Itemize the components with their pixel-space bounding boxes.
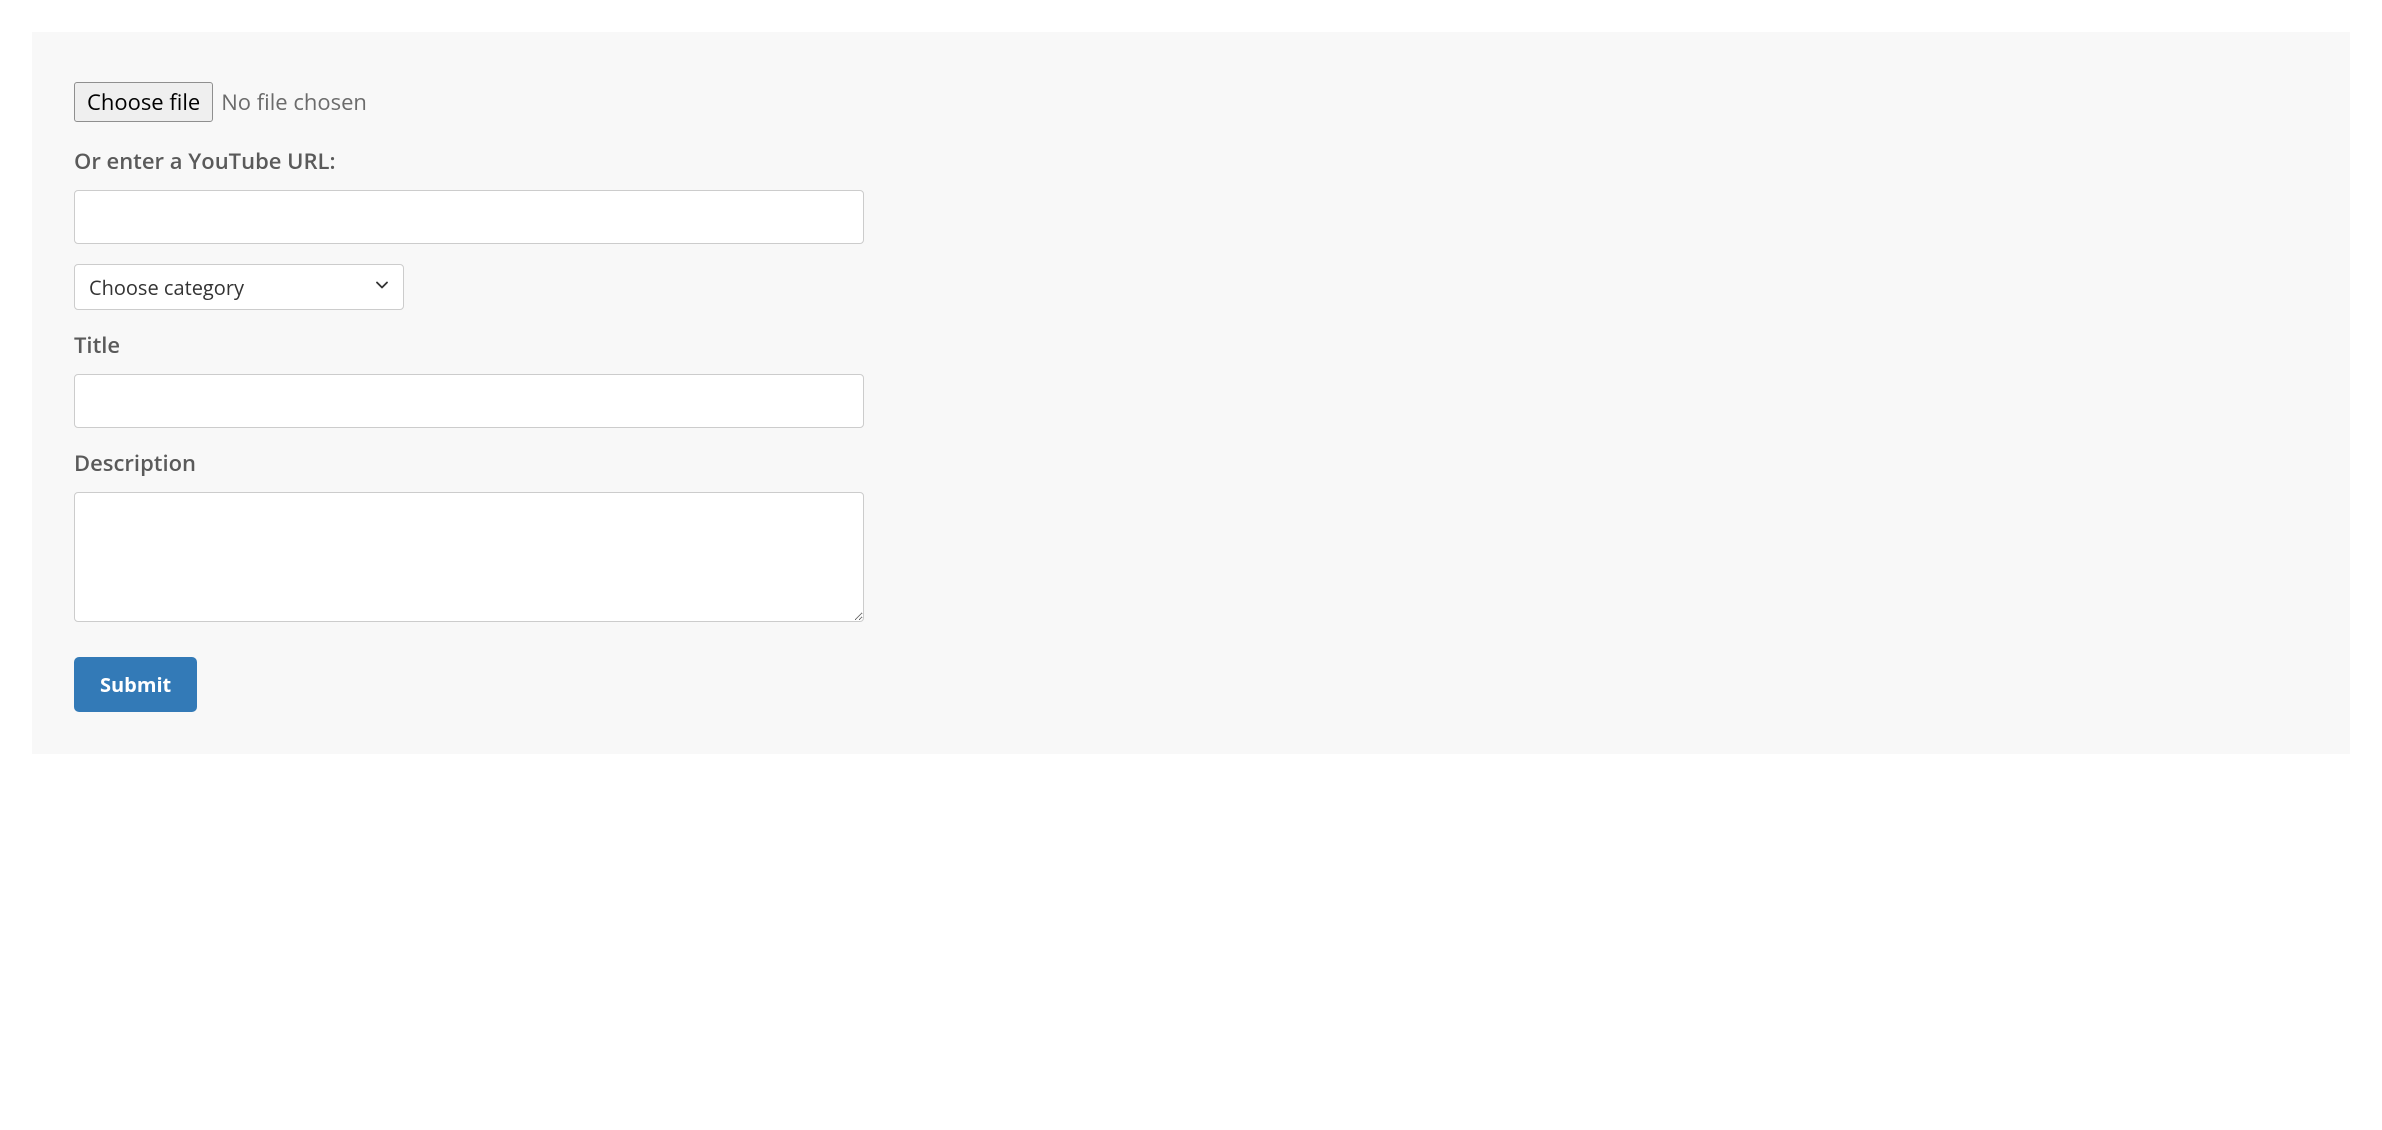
description-textarea[interactable] — [74, 492, 864, 622]
choose-file-button[interactable]: Choose file — [74, 82, 213, 122]
category-select-wrapper: Choose category — [74, 264, 404, 310]
upload-form: Choose file No file chosen Or enter a Yo… — [32, 32, 2350, 754]
category-select[interactable]: Choose category — [74, 264, 404, 310]
description-label: Description — [74, 448, 2308, 478]
title-input[interactable] — [74, 374, 864, 428]
description-group: Description — [74, 448, 2308, 627]
file-input-row: Choose file No file chosen — [74, 82, 2308, 122]
youtube-url-label: Or enter a YouTube URL: — [74, 146, 2308, 176]
submit-button[interactable]: Submit — [74, 657, 197, 712]
youtube-url-input[interactable] — [74, 190, 864, 244]
title-label: Title — [74, 330, 2308, 360]
file-status-text: No file chosen — [221, 87, 367, 117]
youtube-url-group: Or enter a YouTube URL: — [74, 146, 2308, 244]
title-group: Title — [74, 330, 2308, 428]
